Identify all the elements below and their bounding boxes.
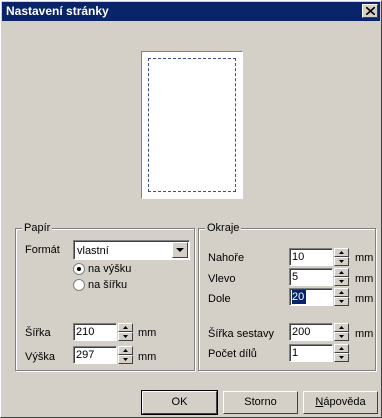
parts-count-field[interactable] <box>289 344 333 362</box>
paper-group-label: Papír <box>22 221 53 235</box>
spin-down-button[interactable] <box>334 332 349 341</box>
arrow-down-icon <box>339 356 344 359</box>
spin-up-button[interactable] <box>334 344 349 353</box>
margin-bottom-input[interactable] <box>292 290 306 304</box>
assembly-width-input[interactable] <box>292 325 330 339</box>
margin-left-unit: mm <box>355 273 374 285</box>
format-label: Formát <box>25 244 60 256</box>
chevron-down-icon <box>176 248 184 252</box>
format-select[interactable]: vlastní <box>73 240 190 260</box>
margin-bottom-label: Dole <box>208 293 231 305</box>
page-preview <box>141 51 243 199</box>
spin-down-button[interactable] <box>334 353 349 362</box>
margin-top-spinner[interactable] <box>334 248 349 266</box>
arrow-up-icon <box>123 326 128 329</box>
radio-landscape-label[interactable]: na šířku <box>88 278 127 292</box>
arrow-down-icon <box>339 300 344 303</box>
arrow-down-icon <box>123 335 128 338</box>
margin-left-input[interactable] <box>292 270 330 284</box>
paper-width-unit: mm <box>138 327 157 339</box>
cancel-button-label: Storno <box>244 396 277 408</box>
paper-height-unit: mm <box>138 351 157 363</box>
paper-width-spinner[interactable] <box>118 323 133 341</box>
ok-button-label: OK <box>171 396 188 408</box>
arrow-down-icon <box>339 260 344 263</box>
parts-count-input[interactable] <box>292 346 330 360</box>
arrow-up-icon <box>339 251 344 254</box>
margin-bottom-spinner[interactable] <box>334 288 349 306</box>
cancel-button[interactable]: Storno <box>223 391 298 414</box>
margin-left-field[interactable] <box>289 268 333 286</box>
spin-up-button[interactable] <box>334 268 349 277</box>
margin-left-label: Vlevo <box>208 273 236 285</box>
arrow-up-icon <box>339 291 344 294</box>
assembly-width-unit: mm <box>355 328 374 340</box>
margin-top-label: Nahoře <box>208 252 245 264</box>
margin-left-spinner[interactable] <box>334 268 349 286</box>
margin-bottom-field[interactable] <box>289 288 333 306</box>
arrow-up-icon <box>339 326 344 329</box>
spin-up-button[interactable] <box>118 323 133 332</box>
format-dropdown-button[interactable] <box>172 242 188 258</box>
paper-width-field[interactable] <box>73 323 117 341</box>
spin-down-button[interactable] <box>334 297 349 306</box>
help-button[interactable]: Nápověda <box>303 391 378 414</box>
close-button[interactable] <box>362 4 378 18</box>
margin-top-input[interactable] <box>292 250 330 264</box>
spin-up-button[interactable] <box>334 288 349 297</box>
paper-height-label: Výška <box>25 351 55 363</box>
paper-height-spinner[interactable] <box>118 346 133 364</box>
paper-width-label: Šířka <box>25 327 51 339</box>
margin-top-unit: mm <box>355 252 374 264</box>
arrow-down-icon <box>123 358 128 361</box>
assembly-width-field[interactable] <box>289 323 333 341</box>
spin-up-button[interactable] <box>334 323 349 332</box>
arrow-down-icon <box>339 335 344 338</box>
ok-button[interactable]: OK <box>141 390 218 415</box>
spin-up-button[interactable] <box>334 248 349 257</box>
radio-portrait-label[interactable]: na výšku <box>88 262 131 276</box>
format-selected-value: vlastní <box>77 245 109 257</box>
margin-bottom-unit: mm <box>355 293 374 305</box>
spin-down-button[interactable] <box>118 355 133 364</box>
parts-count-spinner[interactable] <box>334 344 349 362</box>
arrow-down-icon <box>339 280 344 283</box>
arrow-up-icon <box>123 349 128 352</box>
spin-up-button[interactable] <box>118 346 133 355</box>
assembly-width-label: Šířka sestavy <box>208 328 275 340</box>
assembly-width-spinner[interactable] <box>334 323 349 341</box>
parts-count-label: Počet dílů <box>208 348 257 360</box>
close-icon <box>366 7 375 15</box>
paper-height-input[interactable] <box>76 348 114 362</box>
margins-group-label: Okraje <box>205 221 242 235</box>
paper-width-input[interactable] <box>76 325 114 339</box>
spin-down-button[interactable] <box>334 257 349 266</box>
title-bar: Nastavení stránky <box>2 2 380 21</box>
help-button-label: ápověda <box>323 396 366 408</box>
radio-portrait[interactable] <box>73 263 85 275</box>
radio-landscape[interactable] <box>73 279 85 291</box>
page-setup-dialog: Nastavení stránky Papír Formát vlastní n… <box>0 0 382 418</box>
preview-margin-outline <box>148 58 236 192</box>
spin-down-button[interactable] <box>118 332 133 341</box>
arrow-up-icon <box>339 271 344 274</box>
arrow-up-icon <box>339 347 344 350</box>
window-title: Nastavení stránky <box>6 4 109 18</box>
paper-height-field[interactable] <box>73 346 117 364</box>
margin-top-field[interactable] <box>289 248 333 266</box>
spin-down-button[interactable] <box>334 277 349 286</box>
